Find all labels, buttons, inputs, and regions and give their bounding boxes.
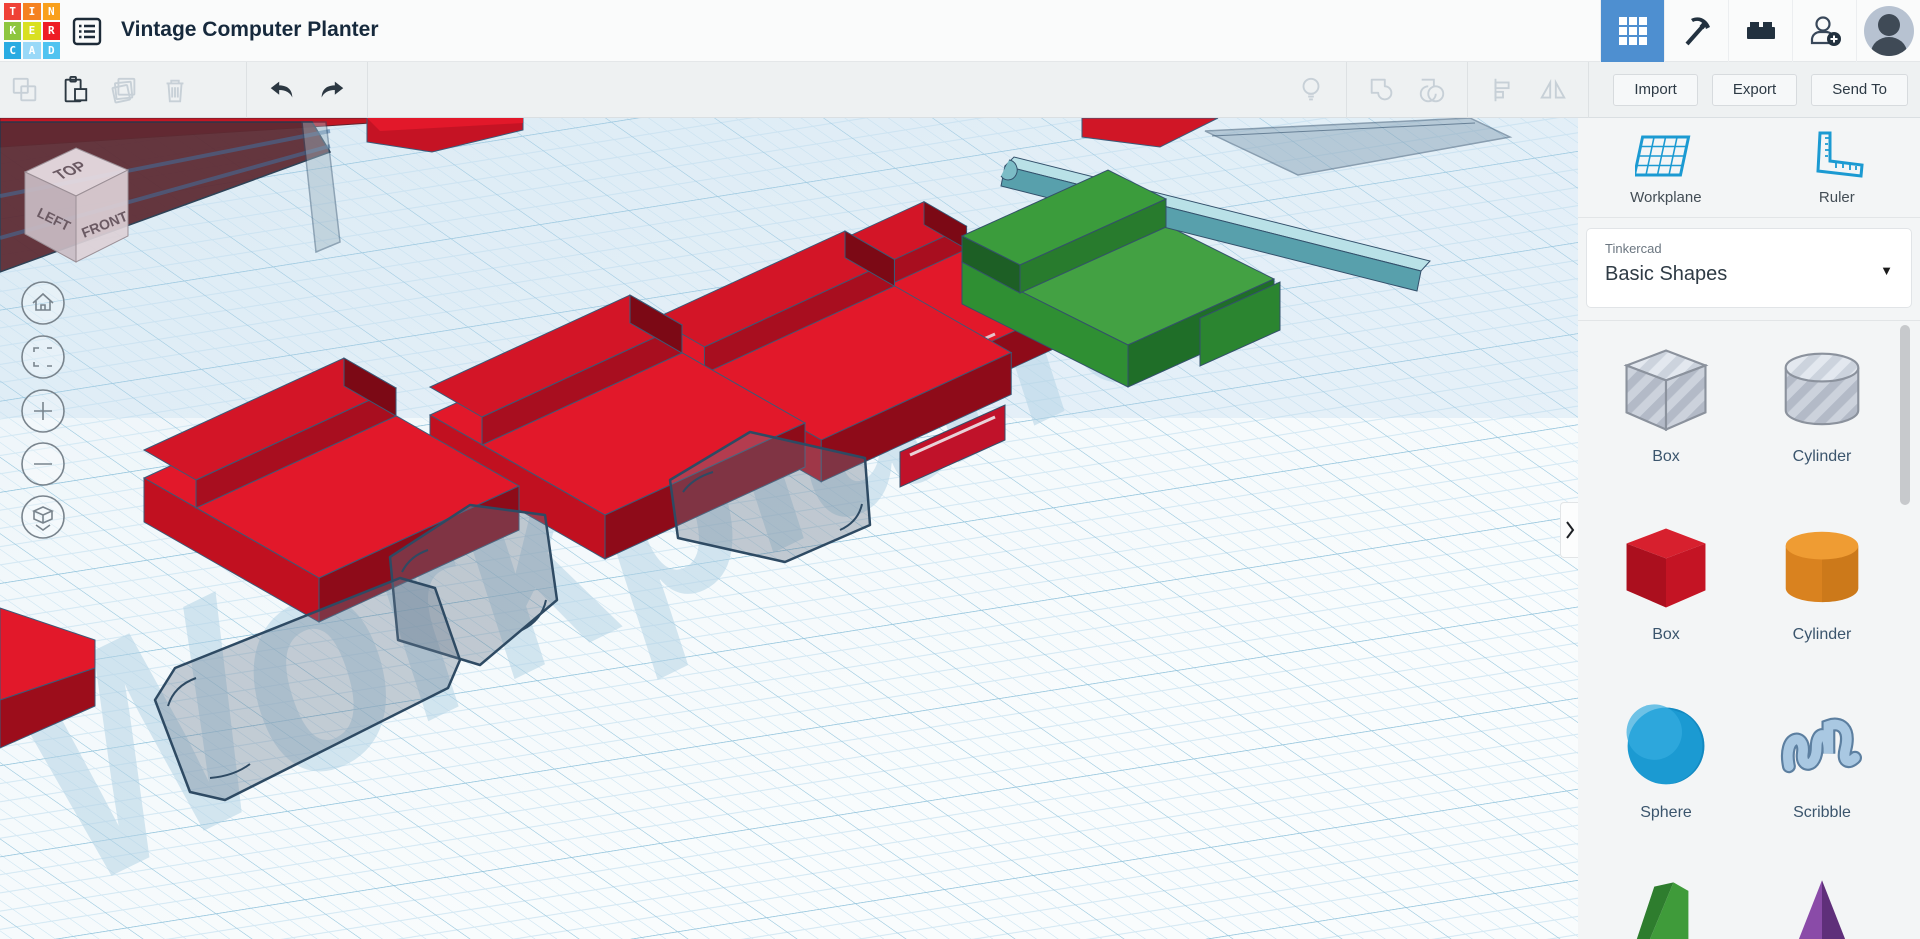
redo-button[interactable] — [315, 73, 349, 107]
toolbar-separator — [1346, 61, 1348, 118]
list-menu-icon — [72, 17, 102, 46]
tinkercad-app: Workplane — [0, 0, 1920, 939]
scene-svg: Workplane — [0, 118, 1578, 939]
home-view-button[interactable] — [21, 281, 65, 325]
tinkercad-logo[interactable]: T I N K E R C A D — [4, 3, 60, 59]
delete-button[interactable] — [158, 73, 192, 107]
duplicate-icon — [111, 77, 136, 103]
box-hole-icon — [1623, 349, 1709, 432]
shape-roof-partial[interactable] — [1618, 858, 1714, 939]
orthographic-button[interactable] — [21, 495, 65, 539]
trash-icon — [166, 79, 184, 102]
workplane-tool[interactable]: Workplane — [1630, 129, 1702, 206]
shape-scribble[interactable]: Scribble — [1774, 680, 1870, 858]
duplicate-button[interactable] — [108, 73, 142, 107]
paste-icon — [64, 75, 88, 102]
toolbar-separator — [1467, 61, 1469, 118]
shape-cylinder-hole[interactable]: Cylinder — [1774, 324, 1870, 502]
design-menu-button[interactable] — [72, 17, 102, 46]
shape-box-red[interactable]: Box — [1618, 502, 1714, 680]
toolbar-separator — [1588, 61, 1590, 118]
export-button[interactable]: Export — [1711, 73, 1798, 106]
import-button[interactable]: Import — [1613, 73, 1698, 106]
ruler-label: Ruler — [1818, 189, 1855, 206]
panel-separator — [1578, 320, 1920, 321]
lightbulb-icon — [1302, 77, 1320, 100]
scribble-icon — [1780, 717, 1862, 774]
panel-tools: Workplane Ruler — [1578, 118, 1920, 218]
invite-button[interactable] — [1792, 0, 1856, 62]
copy-button[interactable] — [8, 73, 42, 107]
ungroup-button[interactable] — [1415, 73, 1449, 107]
workplane-label: Workplane — [1630, 189, 1702, 206]
group-icon — [1371, 78, 1393, 100]
brick-icon — [1746, 22, 1775, 39]
blocks-grid-icon — [1618, 17, 1647, 45]
shape-library-dropdown[interactable]: Tinkercad Basic Shapes ▼ — [1586, 228, 1912, 308]
redo-icon — [321, 81, 344, 97]
avatar — [1863, 6, 1914, 56]
toolbar-separator — [367, 61, 368, 118]
3d-viewport[interactable]: Workplane — [0, 118, 1578, 939]
invite-person-icon — [1810, 16, 1841, 46]
ruler-icon — [1816, 131, 1864, 178]
undo-button[interactable] — [265, 73, 299, 107]
align-icon — [1494, 78, 1510, 101]
box-red-icon — [1626, 528, 1706, 608]
toolbar-separator — [246, 61, 247, 118]
account-menu[interactable] — [1856, 0, 1920, 62]
panel-collapse-tab[interactable] — [1560, 502, 1579, 558]
shape-sphere[interactable]: Sphere — [1618, 680, 1714, 858]
workplane-icon — [1634, 135, 1691, 177]
brick-export-button[interactable] — [1728, 0, 1792, 62]
library-brand: Tinkercad — [1605, 241, 1662, 256]
group-button[interactable] — [1365, 73, 1399, 107]
fit-view-button[interactable] — [21, 335, 65, 379]
cylinder-orange-icon — [1785, 531, 1859, 603]
panel-scrollbar[interactable] — [1900, 325, 1910, 505]
paste-button[interactable] — [58, 73, 92, 107]
send-to-button[interactable]: Send To — [1811, 73, 1908, 106]
show-all-button[interactable] — [1294, 73, 1328, 107]
align-button[interactable] — [1486, 73, 1520, 107]
copy-icon — [12, 77, 37, 101]
shapes-panel: Workplane Ruler Tinkercad Basic Shapes ▼ — [1578, 118, 1920, 939]
shape-grid: Box Cylinder Box Cylinder Sphere Scribbl… — [1588, 324, 1900, 939]
action-toolbar: Import Export Send To — [0, 61, 1920, 118]
sphere-icon — [1626, 704, 1705, 785]
zoom-in-button[interactable] — [21, 389, 65, 433]
app-header: T I N K E R C A D Vintage Computer Plant… — [0, 0, 1920, 62]
undo-icon — [270, 81, 293, 97]
ungroup-icon — [1420, 78, 1445, 102]
shape-pyramid-partial[interactable] — [1774, 858, 1870, 939]
design-title[interactable]: Vintage Computer Planter — [121, 18, 379, 42]
zoom-out-button[interactable] — [21, 442, 65, 486]
caret-down-icon: ▼ — [1880, 263, 1893, 278]
pyramid-purple-icon — [1798, 880, 1846, 939]
mirror-button[interactable] — [1536, 73, 1570, 107]
minecraft-export-button[interactable] — [1664, 0, 1728, 62]
chevron-right-icon — [1566, 521, 1575, 539]
header-nav — [1600, 0, 1920, 62]
library-selected: Basic Shapes — [1605, 263, 1728, 285]
mirror-icon — [1540, 78, 1567, 98]
cylinder-hole-icon — [1784, 352, 1860, 426]
shape-box-hole[interactable]: Box — [1618, 324, 1714, 502]
blocks-editor-button[interactable] — [1600, 0, 1664, 62]
roof-green-icon — [1636, 882, 1689, 939]
ruler-tool[interactable]: Ruler — [1806, 129, 1868, 206]
shape-cylinder-orange[interactable]: Cylinder — [1774, 502, 1870, 680]
pickaxe-icon — [1685, 17, 1710, 46]
